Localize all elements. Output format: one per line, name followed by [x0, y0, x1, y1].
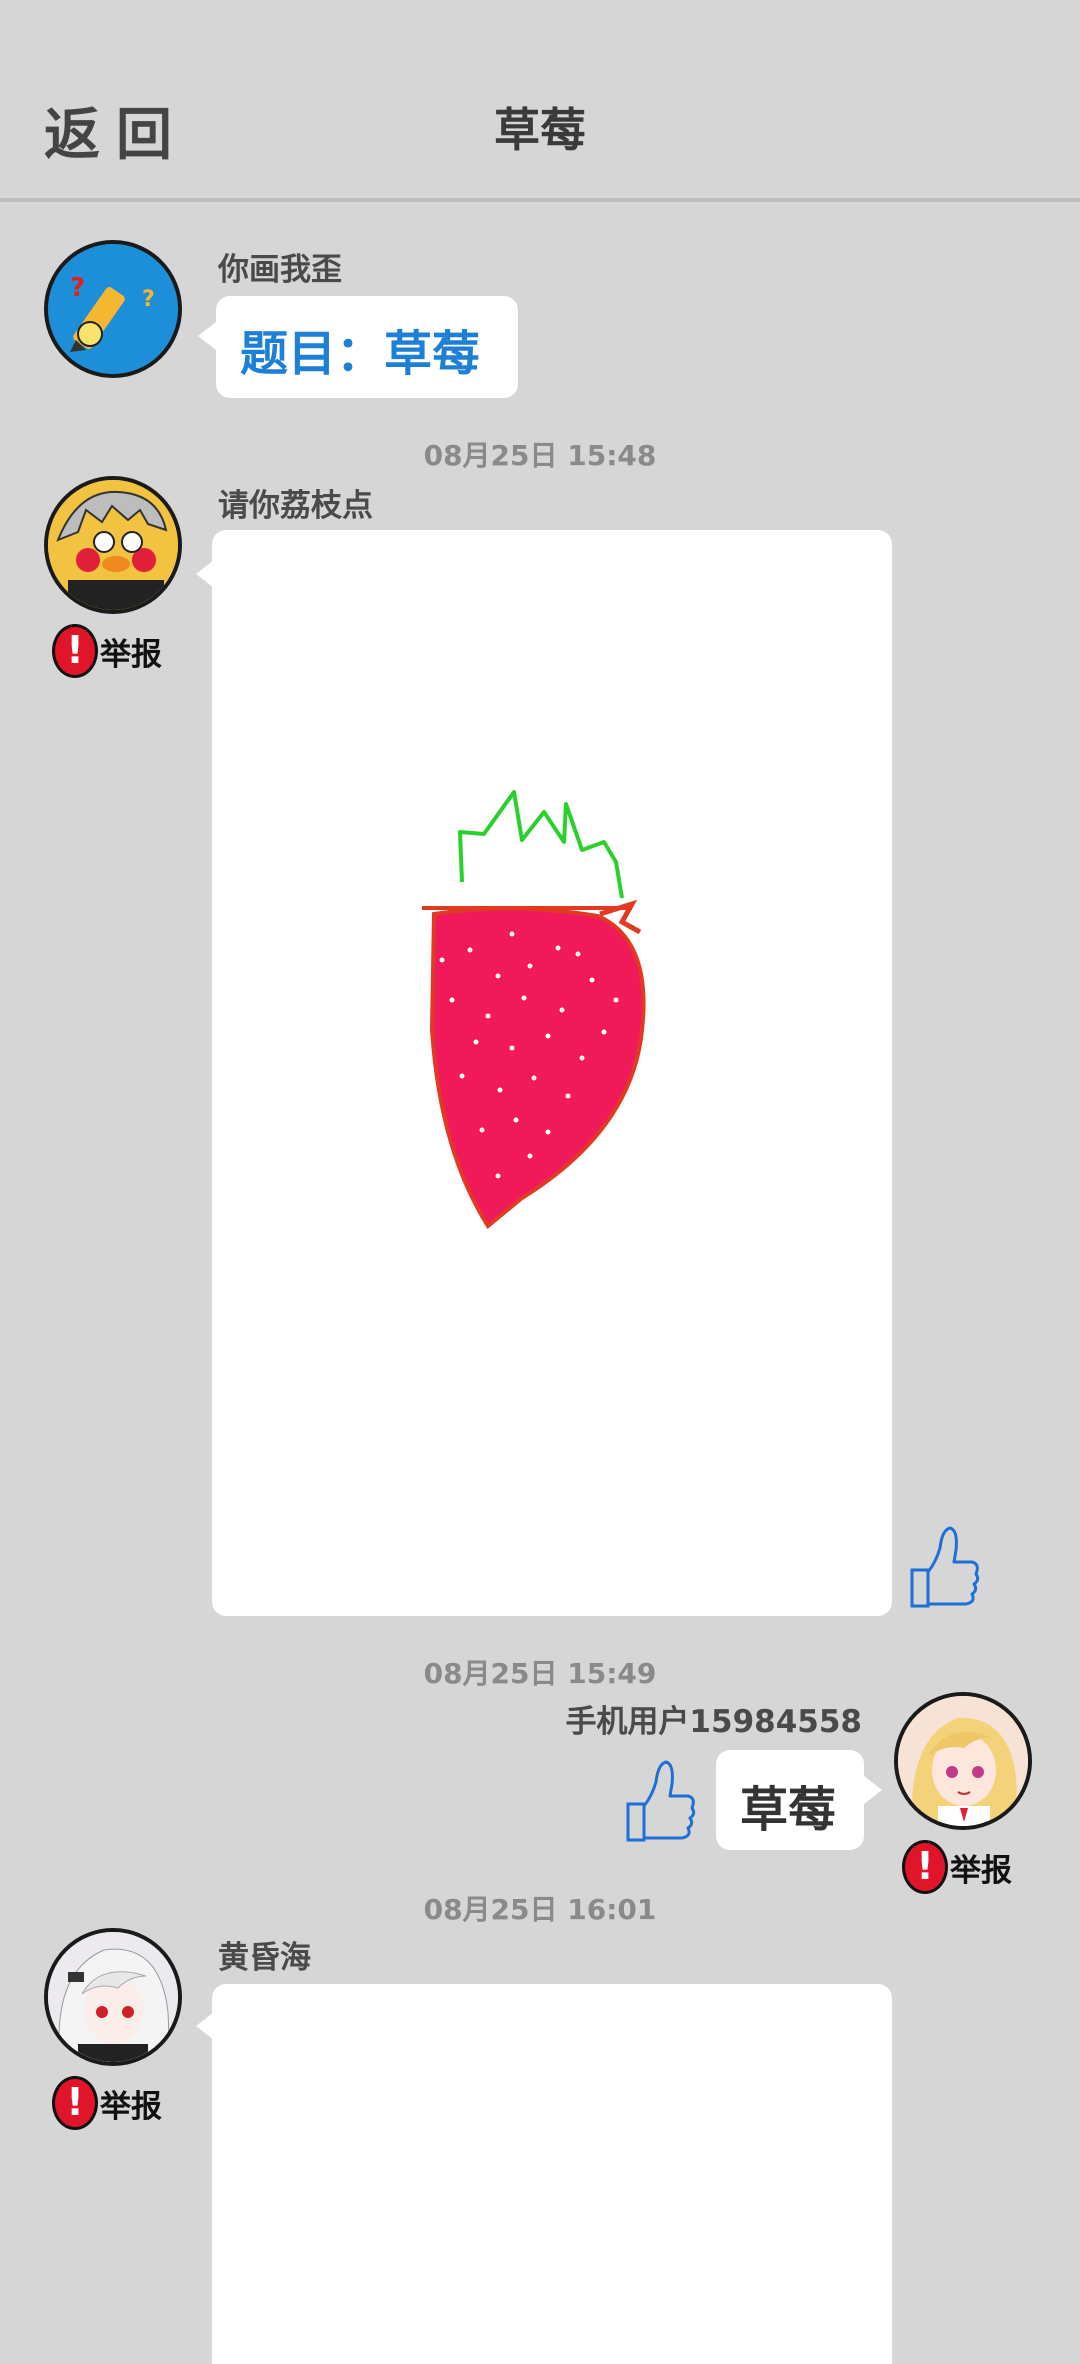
- drawing-canvas[interactable]: [212, 530, 892, 1616]
- report-alert-icon: !: [902, 1840, 948, 1894]
- report-alert-icon: !: [52, 624, 98, 678]
- topic-bubble: 题目：草莓: [216, 296, 518, 398]
- answer-bubble: 草莓: [716, 1750, 864, 1850]
- timestamp: 08月25日 16:01: [423, 1893, 657, 1926]
- page-title: 草莓: [494, 103, 586, 157]
- avatar-system[interactable]: ? ?: [44, 240, 182, 378]
- report-button[interactable]: ! 举报: [52, 2076, 162, 2130]
- avatar-user[interactable]: [44, 1928, 182, 2066]
- report-alert-icon: !: [52, 2076, 98, 2130]
- topic-text: 题目：草莓: [240, 326, 481, 382]
- sender-name: 你画我歪: [218, 252, 342, 288]
- timestamp: 08月25日 15:48: [423, 439, 657, 472]
- report-button[interactable]: ! 举报: [902, 1840, 1012, 1894]
- svg-text:?: ?: [70, 273, 85, 303]
- sender-name: 黄昏海: [218, 1940, 311, 1976]
- sender-name: 手机用户15984558: [565, 1704, 862, 1740]
- avatar-user[interactable]: [894, 1692, 1032, 1830]
- drawing-canvas[interactable]: [212, 1984, 892, 2364]
- thumbs-up-icon[interactable]: [622, 1756, 698, 1850]
- report-button[interactable]: ! 举报: [52, 624, 162, 678]
- top-bar: 返回 草莓: [0, 0, 1080, 202]
- thumbs-up-icon[interactable]: [906, 1522, 982, 1616]
- strawberry-drawing: [422, 790, 646, 1229]
- avatar-user[interactable]: [44, 476, 182, 614]
- svg-text:?: ?: [142, 287, 155, 312]
- answer-text: 草莓: [740, 1782, 837, 1838]
- timestamp: 08月25日 15:49: [423, 1657, 657, 1690]
- sender-name: 请你荔枝点: [218, 488, 373, 524]
